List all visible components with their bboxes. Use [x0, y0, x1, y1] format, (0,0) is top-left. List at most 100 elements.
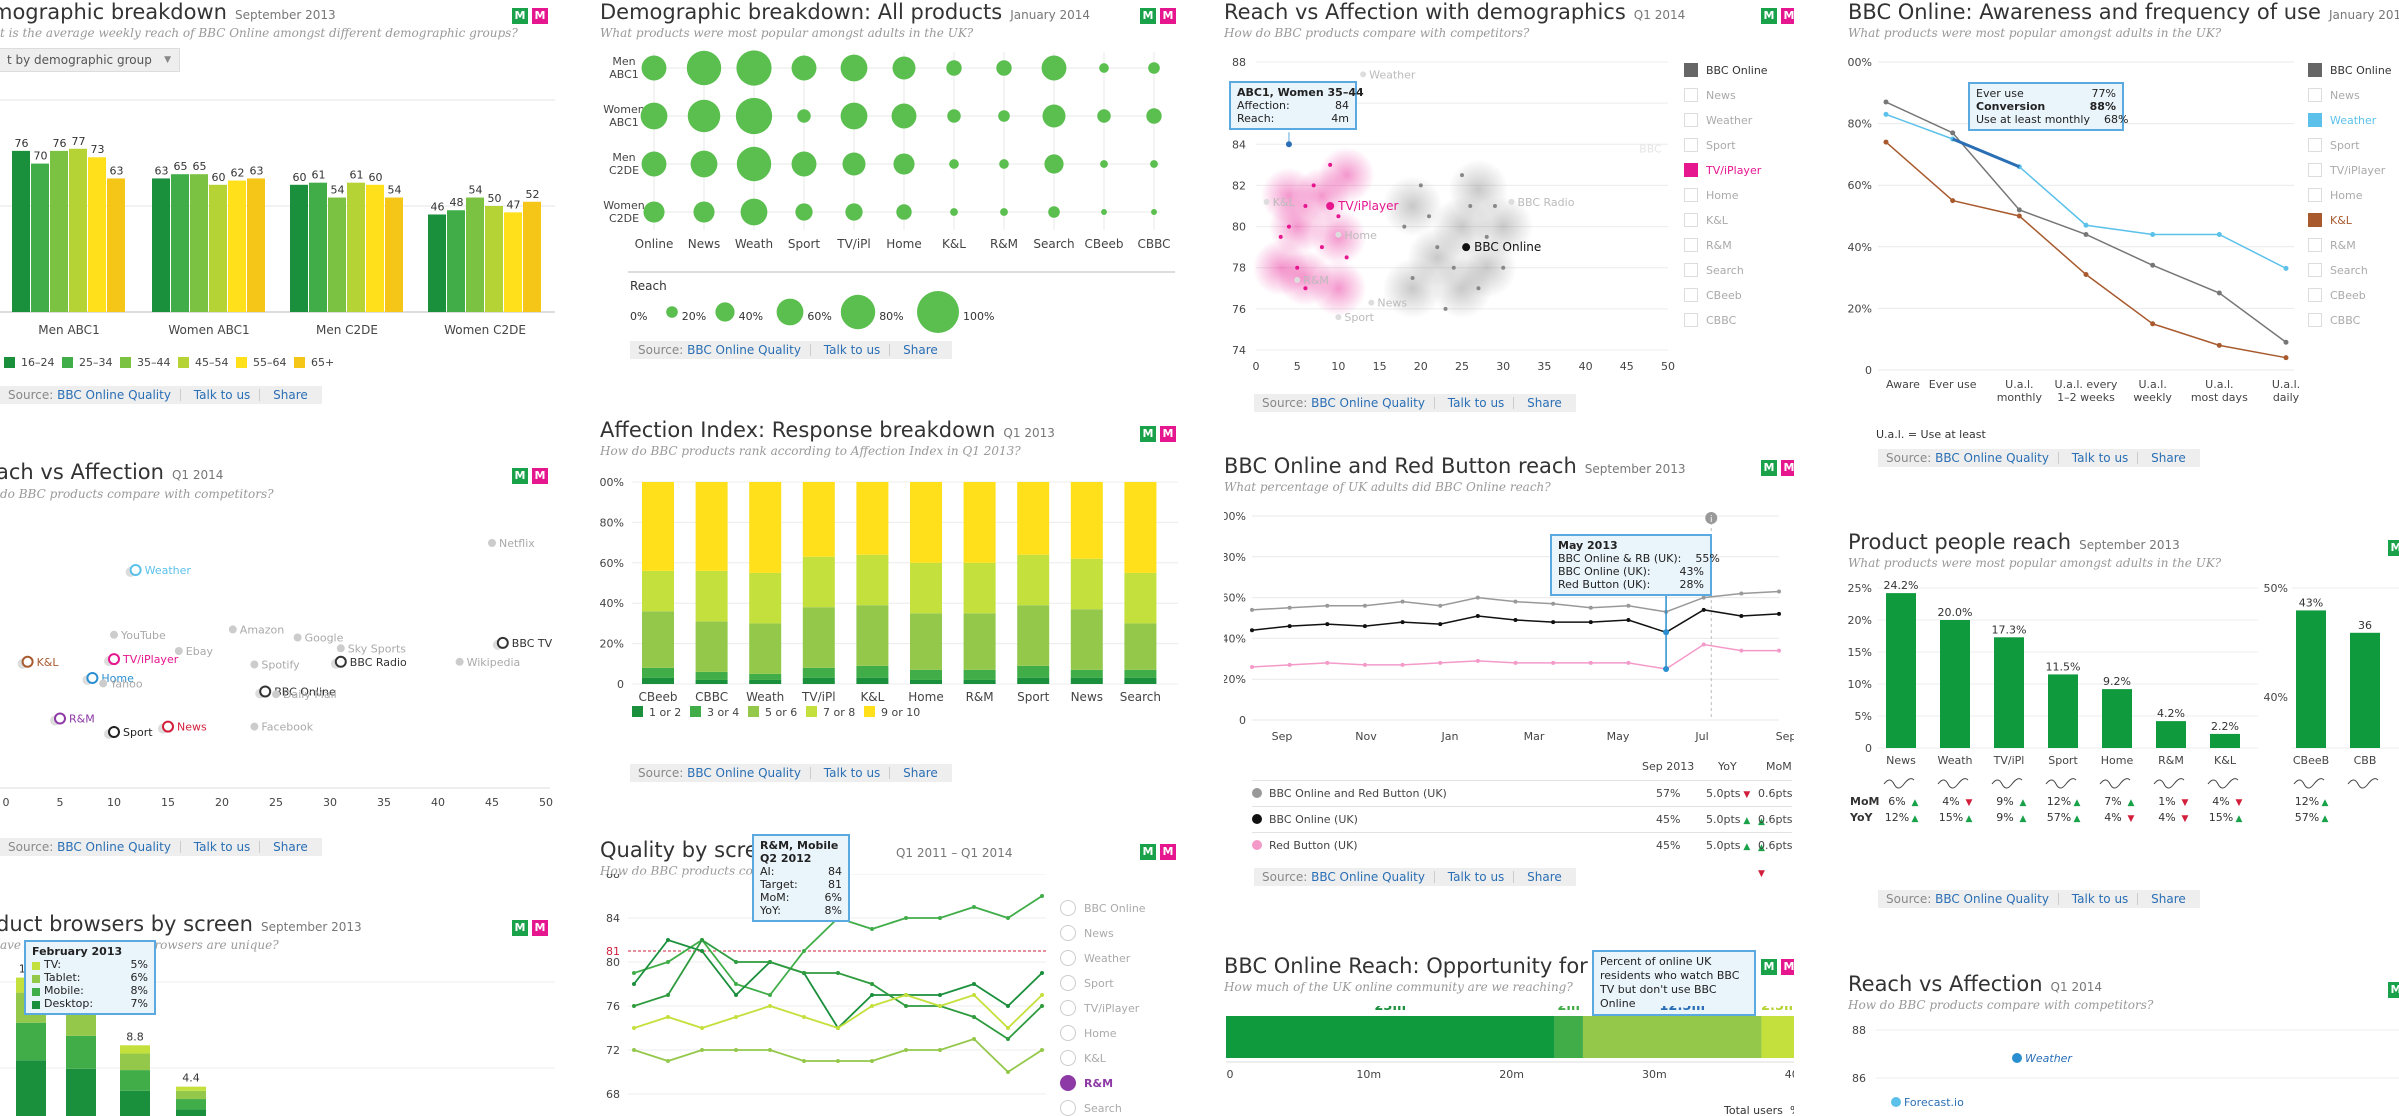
yoy-value: 4%: [2158, 811, 2175, 824]
m-badge-pink[interactable]: M: [1781, 8, 1794, 24]
share-link[interactable]: Share: [1527, 870, 1562, 884]
bubble: [845, 203, 863, 221]
category-label: K&L: [942, 237, 966, 251]
source-link[interactable]: BBC Online Quality: [1935, 451, 2049, 465]
filter-item-sport[interactable]: Sport: [1060, 971, 1146, 996]
series-point: [734, 1048, 738, 1052]
series-point: [802, 971, 806, 975]
talk-link[interactable]: Talk to us: [1448, 870, 1505, 884]
source-link[interactable]: BBC Online Quality: [687, 343, 801, 357]
m-badge-green[interactable]: M: [512, 920, 528, 936]
m-badge-green[interactable]: M: [512, 8, 528, 24]
filter-item-search[interactable]: Search: [1684, 258, 1768, 283]
x-tick-label: 20: [1414, 360, 1428, 373]
source-link[interactable]: BBC Online Quality: [1311, 396, 1425, 410]
series-point: [1551, 660, 1556, 665]
filter-item-cbeeb[interactable]: CBeeb: [1684, 283, 1768, 308]
series-point: [2216, 290, 2222, 296]
group-dropdown[interactable]: t by demographic group ▼: [0, 48, 180, 72]
filter-item-home[interactable]: Home: [1060, 1021, 1146, 1046]
filter-item-bbc-online[interactable]: BBC Online: [2308, 58, 2392, 83]
filter-item-r-m[interactable]: R&M: [1060, 1071, 1146, 1096]
x-tick-label: Sep: [1776, 730, 1794, 743]
filter-label: Home: [1706, 189, 1739, 202]
talk-link[interactable]: Talk to us: [194, 388, 251, 402]
filter-item-tv-iplayer[interactable]: TV/iPlayer: [1684, 158, 1768, 183]
legend-dot: [1252, 840, 1262, 850]
filter-item-search[interactable]: Search: [1060, 1096, 1146, 1116]
talk-link[interactable]: Talk to us: [2072, 892, 2129, 906]
share-link[interactable]: Share: [1527, 396, 1562, 410]
series-point: [1287, 662, 1292, 667]
source-link[interactable]: BBC Online Quality: [57, 388, 171, 402]
source-link[interactable]: BBC Online Quality: [57, 840, 171, 854]
filter-item-bbc-online[interactable]: BBC Online: [1060, 896, 1146, 921]
share-link[interactable]: Share: [273, 840, 308, 854]
share-link[interactable]: Share: [2151, 451, 2186, 465]
point-label: BBC TV: [512, 637, 553, 650]
share-link[interactable]: Share: [273, 388, 308, 402]
filter-label: CBBC: [2330, 314, 2361, 327]
source-link[interactable]: BBC Online Quality: [1311, 870, 1425, 884]
filter-item-weather[interactable]: Weather: [1684, 108, 1768, 133]
m-badge-green[interactable]: M: [1761, 959, 1777, 975]
filter-item-weather[interactable]: Weather: [2308, 108, 2392, 133]
filter-checkbox: [2308, 313, 2322, 327]
share-link[interactable]: Share: [903, 766, 938, 780]
filter-item-tv-iplayer[interactable]: TV/iPlayer: [2308, 158, 2392, 183]
filter-item-tv-iplayer[interactable]: TV/iPlayer: [1060, 996, 1146, 1021]
filter-item-weather[interactable]: Weather: [1060, 946, 1146, 971]
series-point: [836, 1026, 840, 1030]
m-badge-green[interactable]: M: [1140, 426, 1156, 442]
m-badge-pink[interactable]: M: [1781, 959, 1794, 975]
share-link[interactable]: Share: [2151, 892, 2186, 906]
filter-item-news[interactable]: News: [1060, 921, 1146, 946]
source-link[interactable]: BBC Online Quality: [1935, 892, 2049, 906]
filter-item-sport[interactable]: Sport: [2308, 133, 2392, 158]
filter-item-cbeeb[interactable]: CBeeb: [2308, 283, 2392, 308]
m-badge-green[interactable]: M: [2388, 540, 2399, 556]
filter-item-r-m[interactable]: R&M: [1684, 233, 1768, 258]
m-badge-pink[interactable]: M: [1781, 460, 1794, 476]
category-label: R&M: [2158, 754, 2184, 767]
m-badge-green[interactable]: M: [2388, 982, 2399, 998]
series-point: [938, 916, 942, 920]
m-badge-pink[interactable]: M: [532, 468, 548, 484]
filter-item-k-l[interactable]: K&L: [1060, 1046, 1146, 1071]
filter-item-cbbc[interactable]: CBBC: [1684, 308, 1768, 333]
filter-item-news[interactable]: News: [1684, 83, 1768, 108]
m-badge-green[interactable]: M: [512, 468, 528, 484]
filter-item-bbc-online[interactable]: BBC Online: [1684, 58, 1768, 83]
filter-item-cbbc[interactable]: CBBC: [2308, 308, 2392, 333]
filter-item-r-m[interactable]: R&M: [2308, 233, 2392, 258]
bar-value-label: 62: [231, 167, 245, 180]
talk-link[interactable]: Talk to us: [194, 840, 251, 854]
filter-item-home[interactable]: Home: [1684, 183, 1768, 208]
filter-item-sport[interactable]: Sport: [1684, 133, 1768, 158]
bar-segment: [749, 572, 782, 624]
m-badge-green[interactable]: M: [1140, 8, 1156, 24]
m-badge-pink[interactable]: M: [1160, 426, 1176, 442]
series-point: [904, 916, 908, 920]
talk-link[interactable]: Talk to us: [824, 766, 881, 780]
talk-link[interactable]: Talk to us: [824, 343, 881, 357]
share-link[interactable]: Share: [903, 343, 938, 357]
m-badge-green[interactable]: M: [1140, 844, 1156, 860]
m-badge-pink[interactable]: M: [532, 8, 548, 24]
filter-item-news[interactable]: News: [2308, 83, 2392, 108]
m-badge-pink[interactable]: M: [1160, 8, 1176, 24]
m-badge-green[interactable]: M: [1761, 460, 1777, 476]
m-badge-green[interactable]: M: [1761, 8, 1777, 24]
talk-link[interactable]: Talk to us: [1448, 396, 1505, 410]
m-badge-pink[interactable]: M: [532, 920, 548, 936]
filter-item-search[interactable]: Search: [2308, 258, 2392, 283]
down-arrow-icon: ▼: [2182, 798, 2189, 808]
talk-link[interactable]: Talk to us: [2072, 451, 2129, 465]
m-badge-pink[interactable]: M: [1160, 844, 1176, 860]
source-link[interactable]: BBC Online Quality: [687, 766, 801, 780]
filter-checkbox: [2308, 263, 2322, 277]
filter-item-home[interactable]: Home: [2308, 183, 2392, 208]
panel-date: Q1 2014: [2050, 980, 2102, 994]
filter-item-k-l[interactable]: K&L: [1684, 208, 1768, 233]
filter-item-k-l[interactable]: K&L: [2308, 208, 2392, 233]
